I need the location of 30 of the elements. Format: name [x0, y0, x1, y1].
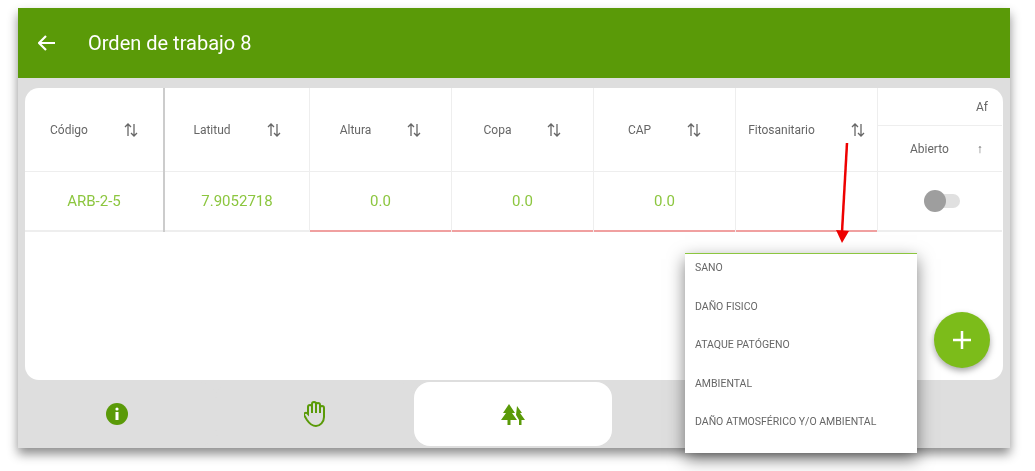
column-header[interactable]: Altura: [310, 88, 451, 172]
dropdown-option[interactable]: AMBIENTAL: [685, 375, 917, 414]
back-arrow-icon[interactable]: [38, 35, 56, 51]
sort-icon[interactable]: [266, 121, 281, 138]
dropdown-option[interactable]: DAÑO ATMOSFÉRICO Y/O AMBIENTAL: [685, 414, 917, 453]
column-header[interactable]: Latitud: [165, 88, 309, 172]
column-header[interactable]: Copa: [452, 88, 593, 172]
plus-icon: [952, 330, 972, 350]
table-cell: ARB-2-5: [25, 172, 163, 232]
page-title: Orden de trabajo 8: [88, 30, 252, 57]
info-icon: [106, 403, 128, 425]
sort-icon[interactable]: [123, 121, 138, 138]
trees-icon: [499, 403, 527, 425]
dropdown-option[interactable]: ATAQUE PATÓGENO: [685, 337, 917, 376]
sort-icon[interactable]: [850, 121, 865, 138]
dropdown-option[interactable]: DAÑO FISICO: [685, 298, 917, 337]
table-cell: 0.0: [594, 172, 735, 232]
hand-icon: [304, 400, 326, 428]
table-cell: 0.0: [452, 172, 593, 232]
dropdown-option[interactable]: SANO: [685, 260, 917, 299]
column-header[interactable]: Código: [25, 88, 163, 172]
column-header[interactable]: CAP: [594, 88, 735, 172]
column-header[interactable]: Abierto ↑: [878, 126, 1002, 172]
table-cell: 7.9052718: [165, 172, 309, 232]
table-cell: 0.0: [310, 172, 451, 232]
sort-icon[interactable]: [407, 121, 422, 138]
sort-icon[interactable]: [547, 121, 562, 138]
sort-icon[interactable]: [687, 121, 702, 138]
column-header[interactable]: Fitosanitario: [736, 88, 877, 172]
column-group-header: Af: [878, 88, 1002, 126]
